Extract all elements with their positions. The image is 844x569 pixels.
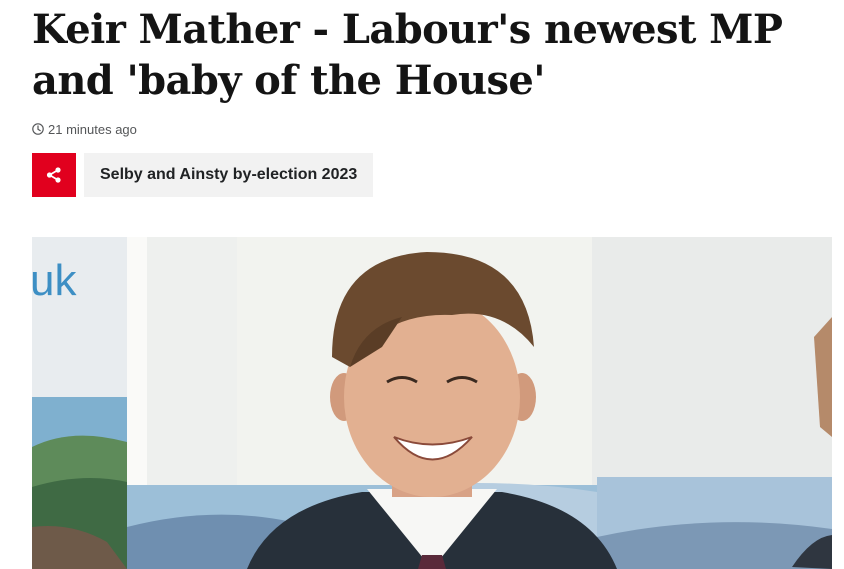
clock-icon <box>32 123 44 135</box>
article-page: Keir Mather - Labour's newest MP and 'ba… <box>0 0 844 569</box>
backdrop-text: uk <box>32 256 77 305</box>
article-timestamp: 21 minutes ago <box>32 120 137 138</box>
article-headline: Keir Mather - Labour's newest MP and 'ba… <box>32 6 783 104</box>
share-icon <box>46 167 61 183</box>
share-button[interactable] <box>32 153 76 197</box>
article-photo: uk <box>32 237 832 569</box>
timestamp-text: 21 minutes ago <box>48 121 137 137</box>
topic-tag-label: Selby and Ainsty by-election 2023 <box>100 166 358 183</box>
topic-tag-link[interactable]: Selby and Ainsty by-election 2023 <box>84 153 374 197</box>
photo-illustration: uk <box>32 237 832 569</box>
